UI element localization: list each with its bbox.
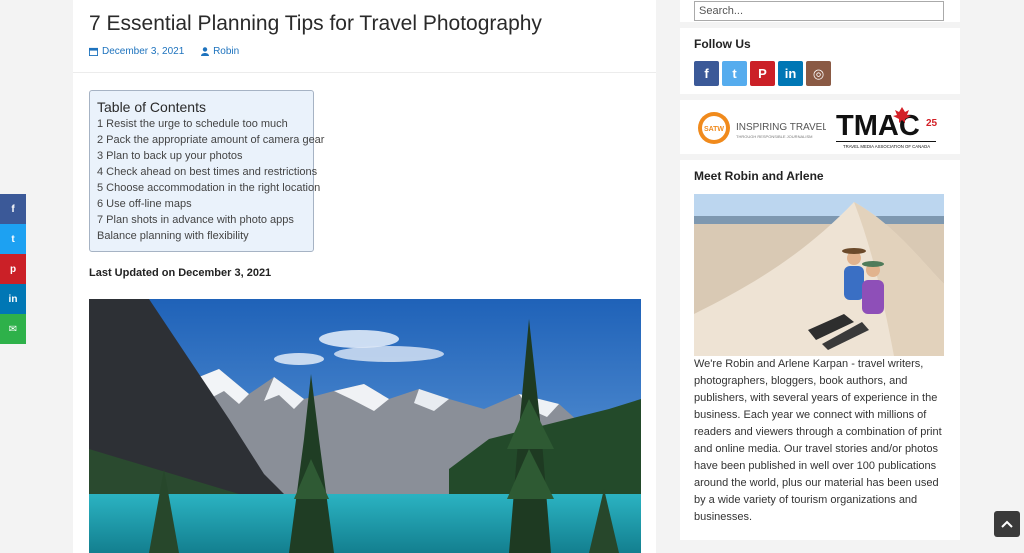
facebook-link[interactable]: f xyxy=(694,61,719,86)
social-links: f t P in ◎ xyxy=(694,61,834,86)
toc-item[interactable]: 6 Use off-line maps xyxy=(97,196,306,212)
search-widget xyxy=(680,0,960,22)
follow-title: Follow Us xyxy=(694,37,751,51)
twitter-icon: t xyxy=(732,66,737,81)
share-twitter-button[interactable]: t xyxy=(0,224,26,254)
meet-title: Meet Robin and Arlene xyxy=(694,169,824,183)
post-date-text: December 3, 2021 xyxy=(102,46,185,57)
share-linkedin-button[interactable]: in xyxy=(0,284,26,314)
last-updated: Last Updated on December 3, 2021 xyxy=(89,267,272,279)
instagram-link[interactable]: ◎ xyxy=(806,61,831,86)
main-content: 7 Essential Planning Tips for Travel Pho… xyxy=(73,0,656,553)
pinterest-icon: P xyxy=(758,66,767,81)
email-icon: ✉ xyxy=(8,323,18,335)
share-bar: f t p in ✉ xyxy=(0,194,26,344)
sidebar: Follow Us f t P in ◎ SATW I xyxy=(680,0,960,553)
satw-tagline-text: THROUGH RESPONSIBLE JOURNALISM xyxy=(736,134,812,139)
tmac-name-text: TMAC xyxy=(836,110,920,142)
satw-badge-text: SATW xyxy=(704,126,724,133)
toc-item[interactable]: 1 Resist the urge to schedule too much xyxy=(97,116,306,132)
follow-widget: Follow Us f t P in ◎ xyxy=(680,28,960,94)
article-title: 7 Essential Planning Tips for Travel Pho… xyxy=(89,12,542,35)
post-author[interactable]: Robin xyxy=(201,46,239,57)
search-input[interactable] xyxy=(694,1,944,21)
pinterest-link[interactable]: P xyxy=(750,61,775,86)
article-meta: December 3, 2021 Robin xyxy=(89,46,253,59)
tmac-years-text: 25 xyxy=(926,118,938,129)
toc-item[interactable]: 3 Plan to back up your photos xyxy=(97,148,306,164)
toc-title: Table of Contents xyxy=(97,99,206,115)
post-date[interactable]: December 3, 2021 xyxy=(89,46,184,57)
chevron-up-icon xyxy=(1001,520,1013,528)
toc-item[interactable]: Balance planning with flexibility xyxy=(97,228,306,244)
toc-item[interactable]: 5 Choose accommodation in the right loca… xyxy=(97,180,320,196)
post-author-text: Robin xyxy=(213,46,240,57)
satw-name-text: INSPIRING TRAVEL xyxy=(736,122,826,133)
scroll-to-top-button[interactable] xyxy=(994,511,1020,537)
toc-item[interactable]: 7 Plan shots in advance with photo apps xyxy=(97,212,306,228)
share-pinterest-button[interactable]: p xyxy=(0,254,26,284)
linkedin-link[interactable]: in xyxy=(778,61,803,86)
linkedin-icon: in xyxy=(8,293,18,305)
memberships-widget: SATW INSPIRING TRAVEL THROUGH RESPONSIBL… xyxy=(680,100,960,154)
instagram-icon: ◎ xyxy=(812,65,825,81)
pinterest-icon: p xyxy=(9,263,17,275)
about-widget: Meet Robin and Arlene We're Robin and Ar… xyxy=(680,160,960,540)
hero-image xyxy=(89,299,641,553)
toc-item[interactable]: 4 Check ahead on best times and restrict… xyxy=(97,164,317,180)
linkedin-icon: in xyxy=(784,66,797,81)
share-facebook-button[interactable]: f xyxy=(0,194,26,224)
table-of-contents: Table of Contents 1 Resist the urge to s… xyxy=(89,90,324,252)
share-email-button[interactable]: ✉ xyxy=(0,314,26,344)
satw-logo[interactable]: SATW INSPIRING TRAVEL THROUGH RESPONSIBL… xyxy=(696,110,828,146)
tmac-logo[interactable]: TMAC 25 TRAVEL MEDIA ASSOCIATION OF CANA… xyxy=(836,105,946,151)
divider xyxy=(73,72,656,73)
twitter-link[interactable]: t xyxy=(722,61,747,86)
toc-item[interactable]: 2 Pack the appropriate amount of camera … xyxy=(97,132,324,148)
user-icon xyxy=(201,47,210,56)
author-bio: We're Robin and Arlene Karpan - travel w… xyxy=(694,358,942,523)
facebook-icon: f xyxy=(704,66,709,81)
twitter-icon: t xyxy=(11,233,15,245)
author-photo xyxy=(694,194,944,356)
facebook-icon: f xyxy=(11,203,15,215)
calendar-icon xyxy=(89,47,98,56)
tmac-tagline-text: TRAVEL MEDIA ASSOCIATION OF CANADA xyxy=(843,144,930,149)
